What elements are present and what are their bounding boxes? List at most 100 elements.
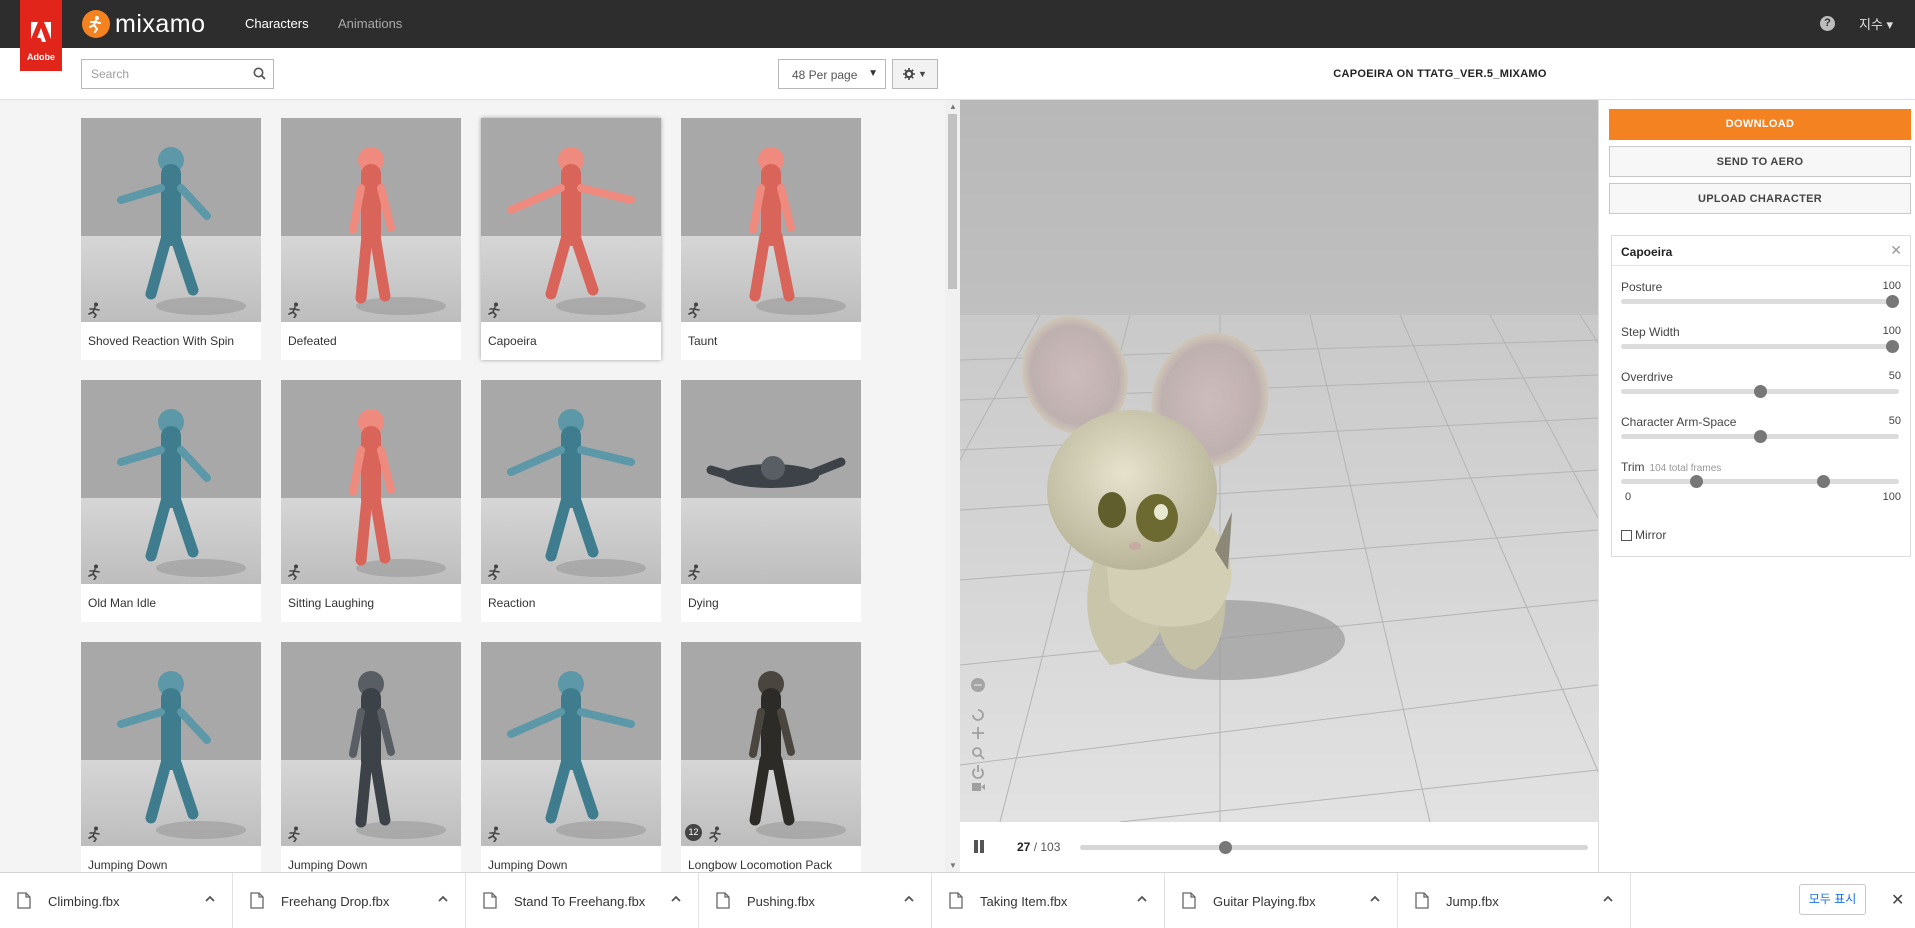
search-icon[interactable]: [253, 67, 266, 80]
download-filename: Guitar Playing.fbx: [1213, 894, 1316, 909]
animation-card[interactable]: Reaction: [481, 380, 661, 622]
chevron-up-icon[interactable]: [670, 893, 682, 905]
mixamo-logo[interactable]: mixamo: [82, 10, 206, 38]
posture-knob[interactable]: [1886, 295, 1899, 308]
trim-start-knob[interactable]: [1690, 475, 1703, 488]
animation-thumbnail[interactable]: [481, 118, 661, 322]
character-figure: [507, 671, 646, 839]
current-frame: 27: [1017, 840, 1031, 854]
animation-card[interactable]: Jumping Down: [481, 642, 661, 872]
search-field[interactable]: [81, 59, 274, 89]
download-item[interactable]: Stand To Freehang.fbx: [466, 873, 699, 928]
animation-thumbnail[interactable]: [281, 642, 461, 846]
overdrive-knob[interactable]: [1754, 385, 1767, 398]
frame-counter: 27 / 103: [1017, 840, 1060, 854]
scroll-down-icon[interactable]: ▼: [949, 861, 957, 870]
pause-icon[interactable]: [973, 840, 985, 853]
animation-card[interactable]: Defeated: [281, 118, 461, 360]
animation-thumbnail[interactable]: [81, 380, 261, 584]
arm-space-slider[interactable]: [1621, 430, 1899, 443]
settings-button[interactable]: ▼: [892, 59, 938, 89]
video-camera-icon[interactable]: [972, 783, 985, 791]
camera-reset-icon[interactable]: [971, 678, 985, 692]
animation-label: Old Man Idle: [88, 596, 157, 610]
trim-slider[interactable]: [1621, 475, 1899, 488]
animation-thumbnail[interactable]: [81, 118, 261, 322]
chevron-up-icon[interactable]: [1136, 893, 1148, 905]
animation-thumbnail[interactable]: [481, 642, 661, 846]
pan-icon[interactable]: [972, 727, 984, 739]
send-to-aero-button[interactable]: SEND TO AERO: [1609, 146, 1911, 177]
grid-scrollbar[interactable]: ▲ ▼: [945, 100, 960, 872]
search-input[interactable]: [82, 60, 247, 88]
animation-card[interactable]: Dying: [681, 380, 861, 622]
download-filename: Taking Item.fbx: [980, 894, 1068, 909]
gear-icon: [903, 68, 916, 80]
download-filename: Stand To Freehang.fbx: [514, 894, 646, 909]
animation-card[interactable]: Jumping Down: [281, 642, 461, 872]
scroll-up-icon[interactable]: ▲: [949, 102, 957, 111]
animation-card[interactable]: Shoved Reaction With Spin: [81, 118, 261, 360]
download-item[interactable]: Taking Item.fbx: [932, 873, 1165, 928]
chevron-up-icon[interactable]: [437, 893, 449, 905]
adobe-icon: [31, 22, 51, 42]
animation-card[interactable]: Taunt: [681, 118, 861, 360]
file-icon: [1415, 892, 1429, 909]
file-icon: [250, 892, 264, 909]
animation-thumbnail[interactable]: [281, 380, 461, 584]
per-page-select[interactable]: 48 Per page ▼: [778, 59, 886, 89]
nav-characters[interactable]: Characters: [245, 16, 309, 31]
close-icon[interactable]: ✕: [1890, 242, 1902, 259]
adobe-logo[interactable]: Adobe: [20, 0, 62, 71]
3d-viewport[interactable]: [960, 100, 1598, 822]
step-width-knob[interactable]: [1886, 340, 1899, 353]
animation-card[interactable]: Old Man Idle: [81, 380, 261, 622]
character-figure: [749, 147, 846, 315]
mirror-checkbox[interactable]: [1621, 529, 1632, 541]
chevron-up-icon[interactable]: [204, 893, 216, 905]
rotate-icon[interactable]: [972, 709, 984, 721]
timeline-slider[interactable]: [1080, 841, 1588, 854]
total-frames: / 103: [1033, 840, 1061, 854]
zoom-icon[interactable]: [972, 747, 985, 760]
arm-space-knob[interactable]: [1754, 430, 1767, 443]
animation-thumbnail[interactable]: 12: [681, 642, 861, 846]
animation-card[interactable]: Capoeira: [481, 118, 661, 360]
power-icon[interactable]: [972, 765, 984, 779]
user-menu[interactable]: 지수 ▾: [1859, 14, 1893, 33]
show-all-button[interactable]: 모두 표시: [1799, 884, 1866, 915]
animation-card[interactable]: Sitting Laughing: [281, 380, 461, 622]
arm-space-value: 50: [1888, 415, 1901, 427]
params-header: Capoeira ✕: [1612, 236, 1910, 266]
download-button[interactable]: DOWNLOAD: [1609, 109, 1911, 140]
overdrive-slider[interactable]: [1621, 385, 1899, 398]
chevron-up-icon[interactable]: [1602, 893, 1614, 905]
chevron-up-icon[interactable]: [1369, 893, 1381, 905]
animation-card[interactable]: Jumping Down: [81, 642, 261, 872]
close-icon[interactable]: ✕: [1891, 890, 1904, 910]
download-item[interactable]: Guitar Playing.fbx: [1165, 873, 1398, 928]
upload-character-button[interactable]: UPLOAD CHARACTER: [1609, 183, 1911, 214]
animation-thumbnail[interactable]: [681, 380, 861, 584]
download-item[interactable]: Jump.fbx: [1398, 873, 1631, 928]
animation-card[interactable]: 12 Longbow Locomotion Pack: [681, 642, 861, 872]
download-item[interactable]: Pushing.fbx: [699, 873, 932, 928]
chevron-up-icon[interactable]: [903, 893, 915, 905]
mirror-label: Mirror: [1635, 528, 1667, 542]
download-item[interactable]: Climbing.fbx: [0, 873, 233, 928]
animation-thumbnail[interactable]: [281, 118, 461, 322]
trim-end-knob[interactable]: [1817, 475, 1830, 488]
mirror-option[interactable]: Mirror: [1621, 528, 1666, 542]
animation-thumbnail[interactable]: [481, 380, 661, 584]
help-icon[interactable]: ?: [1820, 16, 1835, 31]
step-width-slider[interactable]: [1621, 340, 1899, 353]
animation-thumbnail[interactable]: [81, 642, 261, 846]
download-item[interactable]: Freehang Drop.fbx: [233, 873, 466, 928]
posture-slider[interactable]: [1621, 295, 1899, 308]
animation-grid: Shoved Reaction With Spin Defeated Capoe…: [0, 100, 945, 872]
nav-animations[interactable]: Animations: [338, 16, 402, 31]
scrollbar-thumb[interactable]: [948, 114, 957, 289]
animation-thumbnail[interactable]: [681, 118, 861, 322]
timeline-handle[interactable]: [1219, 841, 1232, 854]
animation-browser: 48 Per page ▼ ▼ Shoved Reaction With Spi…: [0, 48, 960, 872]
